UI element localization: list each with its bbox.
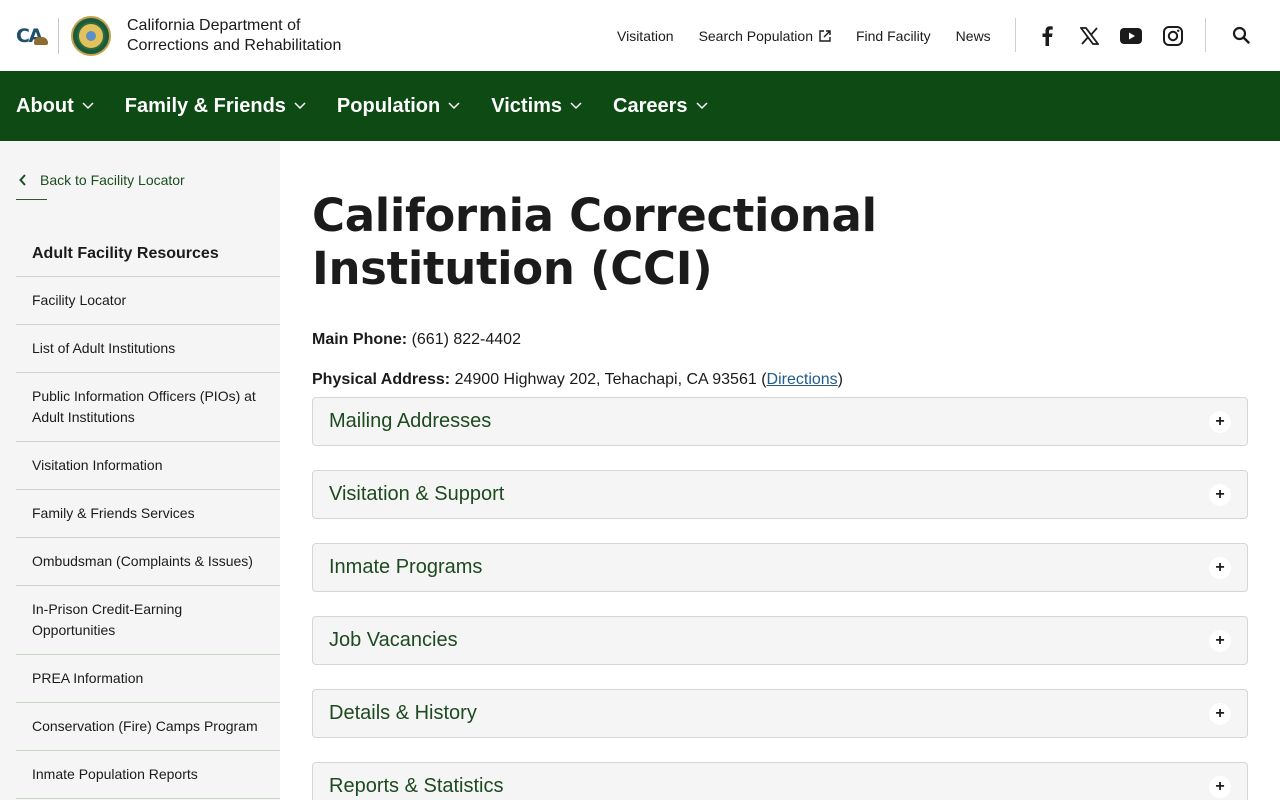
sidebar-item-ombudsman[interactable]: Ombudsman (Complaints & Issues) — [16, 538, 280, 586]
nav-item-label: Careers — [613, 94, 688, 117]
back-to-facility-locator-link[interactable]: Back to Facility Locator — [16, 171, 280, 189]
seal-inner — [77, 21, 105, 50]
main-nav: About Family & Friends Population Victim… — [0, 71, 1280, 141]
sidebar-item-credit-earning[interactable]: In-Prison Credit-Earning Opportunities — [16, 586, 280, 655]
chevron-down-icon — [570, 102, 582, 110]
facility-accordion: Mailing Addresses + Visitation & Support… — [312, 397, 1248, 800]
logo-divider — [58, 17, 59, 54]
accordion-title: Reports & Statistics — [329, 775, 504, 797]
util-link-news[interactable]: News — [956, 28, 991, 44]
accordion-details-history[interactable]: Details & History + — [312, 689, 1248, 738]
util-link-visitation[interactable]: Visitation — [617, 28, 674, 44]
accordion-title: Inmate Programs — [329, 556, 483, 578]
chevron-down-icon — [696, 102, 708, 110]
nav-item-family-friends[interactable]: Family & Friends — [125, 95, 306, 118]
nav-item-label: Family & Friends — [124, 94, 286, 117]
cdcr-seal-icon[interactable] — [71, 15, 111, 56]
physical-address-value: 24900 Highway 202, Tehachapi, CA 93561 — [454, 371, 757, 388]
sidebar-item-visitation-information[interactable]: Visitation Information — [16, 442, 280, 490]
chevron-down-icon — [294, 102, 306, 110]
accordion-title: Mailing Addresses — [329, 410, 492, 432]
nav-item-label: Population — [336, 94, 441, 117]
main-content: California Correctional Institution (CCI… — [280, 141, 1280, 800]
directions-link[interactable]: Directions — [767, 371, 838, 388]
sidebar: Back to Facility Locator Adult Facility … — [0, 141, 280, 800]
page-title: California Correctional Institution (CCI… — [312, 189, 877, 295]
back-link-label: Back to Facility Locator — [40, 172, 185, 188]
sidebar-list: Facility Locator List of Adult Instituti… — [16, 277, 280, 799]
sidebar-item-fire-camps[interactable]: Conservation (Fire) Camps Program — [16, 703, 280, 751]
back-link-underline — [16, 199, 47, 200]
sidebar-item-family-friends-services[interactable]: Family & Friends Services — [16, 490, 280, 538]
sidebar-item-list-adult-institutions[interactable]: List of Adult Institutions — [16, 325, 280, 373]
utility-nav: Visitation Search Population Find Facili… — [617, 0, 1016, 71]
chevron-down-icon — [82, 102, 94, 110]
x-icon[interactable] — [1077, 24, 1101, 48]
nav-item-careers[interactable]: Careers — [613, 95, 708, 118]
main-phone-label: Main Phone: — [312, 331, 408, 348]
plus-icon[interactable]: + — [1209, 483, 1231, 506]
external-link-icon — [819, 29, 831, 42]
facebook-icon[interactable] — [1035, 24, 1059, 48]
accordion-title: Job Vacancies — [329, 629, 458, 651]
sidebar-item-prea[interactable]: PREA Information — [16, 655, 280, 703]
nav-item-label: About — [16, 94, 74, 117]
nav-item-about[interactable]: About — [16, 95, 94, 118]
accordion-title: Visitation & Support — [329, 483, 505, 505]
accordion-title: Details & History — [329, 702, 477, 724]
accordion-inmate-programs[interactable]: Inmate Programs + — [312, 543, 1248, 592]
util-link-search-population[interactable]: Search Population — [699, 28, 831, 44]
chevron-left-icon — [19, 174, 26, 186]
seal-core — [86, 30, 96, 41]
page-body: Back to Facility Locator Adult Facility … — [0, 141, 1280, 800]
accordion-job-vacancies[interactable]: Job Vacancies + — [312, 616, 1248, 665]
bear-icon — [34, 36, 48, 45]
plus-icon[interactable]: + — [1209, 410, 1231, 433]
instagram-icon[interactable] — [1161, 24, 1185, 48]
accordion-mailing-addresses[interactable]: Mailing Addresses + — [312, 397, 1248, 446]
org-name[interactable]: California Department of Corrections and… — [127, 16, 367, 56]
physical-address-line: Physical Address: 24900 Highway 202, Teh… — [312, 371, 843, 388]
nav-item-label: Victims — [491, 94, 563, 117]
nav-item-victims[interactable]: Victims — [491, 95, 582, 118]
ca-gov-logo[interactable]: CA — [16, 26, 48, 46]
nav-item-population[interactable]: Population — [337, 95, 460, 118]
accordion-visitation-support[interactable]: Visitation & Support + — [312, 470, 1248, 519]
plus-icon[interactable]: + — [1209, 556, 1231, 579]
sidebar-item-population-reports[interactable]: Inmate Population Reports — [16, 751, 280, 799]
top-header: CA California Department of Corrections … — [0, 0, 1280, 71]
search-icon[interactable] — [1232, 26, 1250, 44]
youtube-icon[interactable] — [1119, 24, 1143, 48]
main-phone-line: Main Phone: (661) 822-4402 — [312, 329, 1248, 351]
chevron-down-icon — [448, 102, 460, 110]
sidebar-title: Adult Facility Resources — [16, 245, 280, 277]
sidebar-item-facility-locator[interactable]: Facility Locator — [16, 277, 280, 325]
social-links — [1016, 0, 1185, 71]
util-link-label: Search Population — [698, 27, 813, 44]
search-divider — [1205, 18, 1206, 52]
physical-address-label: Physical Address: — [312, 371, 451, 388]
main-phone-value[interactable]: (661) 822-4402 — [412, 331, 521, 348]
accordion-reports-statistics[interactable]: Reports & Statistics + — [312, 762, 1248, 800]
sidebar-item-pios[interactable]: Public Information Officers (PIOs) at Ad… — [16, 373, 280, 442]
plus-icon[interactable]: + — [1209, 775, 1231, 798]
plus-icon[interactable]: + — [1209, 702, 1231, 725]
util-link-find-facility[interactable]: Find Facility — [856, 28, 931, 44]
plus-icon[interactable]: + — [1209, 629, 1231, 652]
search-area — [1205, 18, 1250, 52]
